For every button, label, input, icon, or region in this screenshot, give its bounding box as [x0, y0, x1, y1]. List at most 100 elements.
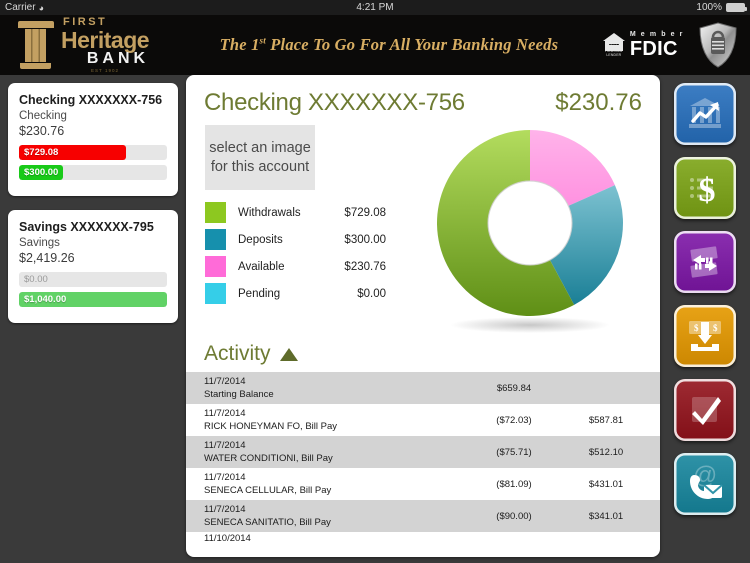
rail-button-transfers[interactable] — [674, 231, 736, 293]
account-donut-chart[interactable] — [418, 122, 648, 337]
panel-header: Checking XXXXXXX-756 $230.76 — [186, 75, 660, 117]
carrier-label: Carrier — [5, 2, 36, 13]
svg-text:$: $ — [713, 323, 718, 333]
svg-text:$: $ — [694, 323, 699, 333]
activity-amount: ($90.00) — [496, 510, 532, 522]
account-summary: select an image for this account Withdra… — [186, 117, 660, 342]
fdic-group: EQUAL HOUSING LENDER M e m b e r FDIC — [602, 31, 698, 59]
carrier-group: Carrier ◕ — [5, 2, 44, 13]
table-row[interactable]: 11/7/2014 Starting Balance $659.84 — [186, 372, 660, 404]
account-title: Savings XXXXXXX-795 — [19, 220, 154, 234]
table-row[interactable]: 11/7/2014 WATER CONDITIONI, Bill Pay ($7… — [186, 436, 660, 468]
legend-row[interactable]: Pending $0.00 — [205, 280, 405, 307]
account-bar-withdrawals: $729.08 — [19, 145, 167, 160]
account-bar-label: $0.00 — [24, 274, 48, 285]
wifi-icon: ◕ — [38, 2, 44, 13]
rail-button-deposit[interactable]: $ $ — [674, 305, 736, 367]
svg-text:$: $ — [699, 172, 716, 207]
activity-amount: ($75.71) — [496, 446, 532, 458]
action-rail: $ $ $ @ — [660, 75, 750, 563]
logo-bank: BANK — [86, 49, 150, 67]
status-bar: Carrier ◕ 4:21 PM 100% — [0, 0, 750, 15]
legend-swatch-available — [205, 256, 226, 277]
phone-envelope-icon: @ — [690, 465, 723, 499]
bank-header: FIRST Heritage BANK EST 1902 The 1st Pla… — [0, 15, 750, 75]
rail-button-approvals[interactable] — [674, 379, 736, 441]
activity-date: 11/7/2014 — [204, 407, 246, 419]
equal-housing-lender-icon: EQUAL HOUSING LENDER — [602, 33, 625, 57]
account-balance: $2,419.26 — [19, 251, 75, 265]
activity-description: RICK HONEYMAN FO, Bill Pay — [204, 421, 338, 432]
legend-value: $300.00 — [344, 233, 386, 246]
account-bar-label: $729.08 — [24, 147, 59, 158]
rail-button-accounts-overview[interactable] — [674, 83, 736, 145]
activity-when: 11/7/2014 SENECA SANITATIO, Bill Pay — [204, 503, 468, 529]
activity-date: 11/7/2014 — [204, 439, 246, 451]
account-balance: $230.76 — [19, 124, 65, 138]
column-one-icon — [18, 21, 54, 69]
activity-description: Starting Balance — [204, 389, 274, 400]
table-row[interactable]: 11/7/2014 SENECA SANITATIO, Bill Pay ($9… — [186, 500, 660, 532]
rail-button-contact-us[interactable]: @ — [674, 453, 736, 515]
legend-swatch-deposits — [205, 229, 226, 250]
legend-row[interactable]: Available $230.76 — [205, 253, 405, 280]
legend-value: $230.76 — [344, 260, 386, 273]
account-type: Checking — [19, 110, 67, 122]
activity-balance: $341.01 — [588, 510, 624, 522]
activity-date: 11/7/2014 — [204, 503, 246, 515]
fdic-label: FDIC — [629, 38, 678, 60]
activity-header[interactable]: Activity — [186, 342, 660, 372]
body-area: Checking XXXXXXX-756 Checking $230.76 $7… — [0, 75, 750, 563]
activity-date: 11/10/2014 — [204, 533, 251, 544]
table-row[interactable]: 11/7/2014 SENECA CELLULAR, Bill Pay ($81… — [186, 468, 660, 500]
legend-label: Pending — [238, 287, 281, 300]
legend-row[interactable]: Deposits $300.00 — [205, 226, 405, 253]
account-title: Checking XXXXXXX-756 — [19, 93, 163, 107]
account-type: Savings — [19, 237, 60, 249]
activity-when: 11/7/2014 Starting Balance — [204, 375, 468, 401]
deposit-inbox-icon: $ $ — [689, 321, 721, 351]
legend-label: Available — [238, 260, 285, 273]
activity-when: 11/7/2014 RICK HONEYMAN FO, Bill Pay — [204, 407, 468, 433]
activity-date: 11/7/2014 — [204, 375, 246, 387]
activity-description: SENECA SANITATIO, Bill Pay — [204, 517, 331, 528]
legend-swatch-withdrawals — [205, 202, 226, 223]
battery-percent-label: 100% — [696, 2, 722, 13]
account-bar-label: $300.00 — [24, 167, 59, 178]
account-card-checking[interactable]: Checking XXXXXXX-756 Checking $230.76 $7… — [8, 83, 178, 196]
activity-when: 11/7/2014 WATER CONDITIONI, Bill Pay — [204, 439, 468, 465]
bank-logo[interactable]: FIRST Heritage BANK EST 1902 — [0, 16, 195, 74]
activity-amount: ($81.09) — [496, 478, 532, 490]
logo-established: EST 1902 — [91, 67, 119, 73]
activity-table: 11/7/2014 Starting Balance $659.84 11/7/… — [186, 372, 660, 546]
account-total-amount: $230.76 — [555, 89, 642, 116]
rail-button-bill-pay[interactable]: $ — [674, 157, 736, 219]
activity-title: Activity — [204, 342, 271, 365]
fdic-member-label: M e m b e r — [629, 31, 684, 38]
table-row[interactable]: 11/10/2014 — [186, 532, 660, 546]
account-bar-deposits: $1,040.00 — [19, 292, 167, 307]
legend-label: Withdrawals — [238, 206, 301, 219]
ehl-line1: EQUAL HOUSING — [605, 44, 623, 53]
page-title: Checking XXXXXXX-756 — [204, 89, 465, 116]
legend-value: $0.00 — [357, 287, 386, 300]
clock: 4:21 PM — [356, 2, 394, 13]
activity-when: 11/10/2014 — [204, 532, 652, 545]
activity-balance: $587.81 — [588, 414, 624, 426]
transfer-arrows-icon — [690, 246, 718, 278]
bank-chart-icon — [689, 98, 721, 128]
activity-balance: $512.10 — [588, 446, 624, 458]
triangle-up-icon[interactable] — [279, 347, 298, 361]
bank-tagline: The 1st Place To Go For All Your Banking… — [175, 35, 603, 55]
account-image-picker[interactable]: select an image for this account — [205, 125, 315, 190]
tagline-pre: The 1 — [219, 35, 260, 54]
legend-row[interactable]: Withdrawals $729.08 — [205, 199, 405, 226]
shield-lock-icon[interactable] — [698, 22, 738, 68]
account-card-savings[interactable]: Savings XXXXXXX-795 Savings $2,419.26 $0… — [8, 210, 178, 323]
activity-description: SENECA CELLULAR, Bill Pay — [204, 485, 332, 496]
activity-amount: ($72.03) — [496, 414, 532, 426]
table-row[interactable]: 11/7/2014 RICK HONEYMAN FO, Bill Pay ($7… — [186, 404, 660, 436]
legend-swatch-pending — [205, 283, 226, 304]
legend-label: Deposits — [238, 233, 283, 246]
fdic-text: M e m b e r FDIC — [630, 31, 684, 59]
